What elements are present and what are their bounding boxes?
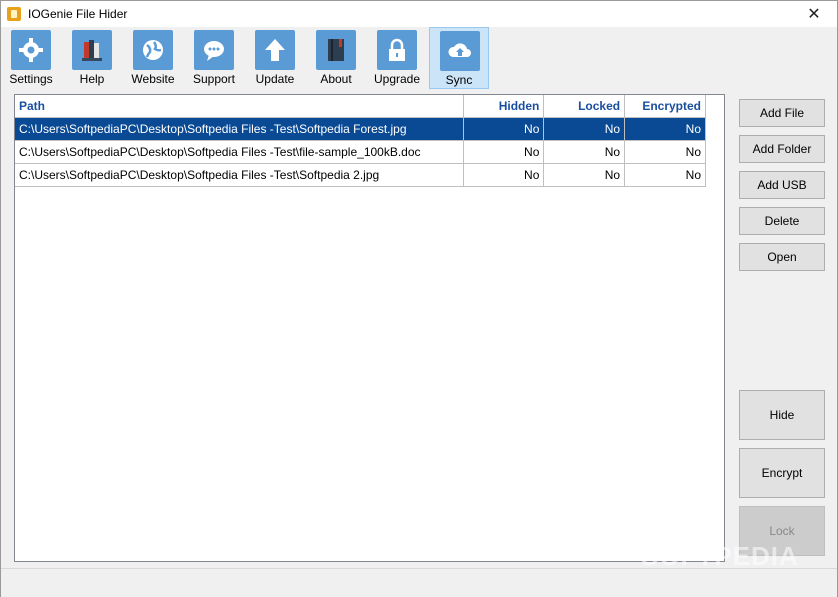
- app-window: IOGenie File Hider ✕ Settings Help Websi…: [0, 0, 838, 597]
- app-logo-icon: [7, 7, 21, 21]
- table-row[interactable]: C:\Users\SoftpediaPC\Desktop\Softpedia F…: [15, 117, 706, 141]
- toolbar-label: Help: [79, 72, 105, 86]
- toolbar-sync-button[interactable]: Sync: [429, 27, 489, 89]
- watermark: SOFTPEDIA: [641, 541, 799, 571]
- delete-button[interactable]: Delete: [739, 207, 825, 235]
- toolbar-label: Sync: [445, 73, 473, 87]
- cell-hidden: No: [463, 163, 545, 187]
- cell-path: C:\Users\SoftpediaPC\Desktop\Softpedia F…: [15, 140, 464, 164]
- table-row[interactable]: C:\Users\SoftpediaPC\Desktop\Softpedia F…: [15, 163, 706, 187]
- window-title: IOGenie File Hider: [28, 7, 128, 21]
- toolbar-website-button[interactable]: Website: [123, 27, 183, 89]
- open-button[interactable]: Open: [739, 243, 825, 271]
- chat-icon: [194, 30, 234, 70]
- toolbar-update-button[interactable]: Update: [245, 27, 305, 89]
- cell-encrypted: No: [624, 117, 706, 141]
- toolbar-label: Update: [255, 72, 295, 86]
- status-bar: [1, 568, 837, 597]
- cell-locked: No: [543, 163, 626, 187]
- add-usb-button[interactable]: Add USB: [739, 171, 825, 199]
- gear-icon: [11, 30, 51, 70]
- toolbar-label: Website: [131, 72, 175, 86]
- encrypt-button[interactable]: Encrypt: [739, 448, 825, 498]
- column-header-path[interactable]: Path: [15, 95, 464, 118]
- cell-locked: No: [543, 117, 626, 141]
- cell-hidden: No: [463, 140, 545, 164]
- file-list[interactable]: Path Hidden Locked Encrypted C:\Users\So…: [14, 94, 725, 562]
- cell-locked: No: [543, 140, 626, 164]
- toolbar-upgrade-button[interactable]: Upgrade: [367, 27, 427, 89]
- title-bar: IOGenie File Hider ✕: [1, 1, 837, 27]
- toolbar-settings-button[interactable]: Settings: [1, 27, 61, 89]
- toolbar-help-button[interactable]: Help: [62, 27, 122, 89]
- cell-encrypted: No: [624, 163, 706, 187]
- cell-hidden: No: [463, 117, 545, 141]
- books-icon: [72, 30, 112, 70]
- file-table: Path Hidden Locked Encrypted C:\Users\So…: [15, 95, 706, 187]
- toolbar-label: Support: [192, 72, 236, 86]
- cell-encrypted: No: [624, 140, 706, 164]
- add-folder-button[interactable]: Add Folder: [739, 135, 825, 163]
- toolbar: Settings Help Website Support Update Abo…: [1, 27, 837, 89]
- hide-button[interactable]: Hide: [739, 390, 825, 440]
- globe-icon: [133, 30, 173, 70]
- table-row[interactable]: C:\Users\SoftpediaPC\Desktop\Softpedia F…: [15, 140, 706, 164]
- cell-path: C:\Users\SoftpediaPC\Desktop\Softpedia F…: [15, 117, 464, 141]
- toolbar-about-button[interactable]: About: [306, 27, 366, 89]
- column-header-hidden[interactable]: Hidden: [463, 95, 545, 118]
- close-button[interactable]: ✕: [791, 1, 837, 27]
- toolbar-label: Settings: [9, 72, 53, 86]
- add-file-button[interactable]: Add File: [739, 99, 825, 127]
- column-header-locked[interactable]: Locked: [543, 95, 626, 118]
- column-header-encrypted[interactable]: Encrypted: [624, 95, 706, 118]
- toolbar-label: About: [320, 72, 352, 86]
- cloud-upload-icon: [440, 31, 480, 71]
- cell-path: C:\Users\SoftpediaPC\Desktop\Softpedia F…: [15, 163, 464, 187]
- toolbar-label: Upgrade: [373, 72, 421, 86]
- arrow-up-icon: [255, 30, 295, 70]
- book-icon: [316, 30, 356, 70]
- lock-icon: [377, 30, 417, 70]
- toolbar-support-button[interactable]: Support: [184, 27, 244, 89]
